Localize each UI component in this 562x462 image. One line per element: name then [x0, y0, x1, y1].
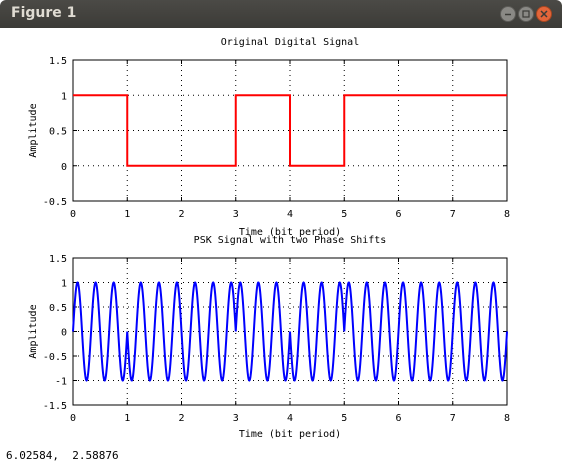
x-tick-label: 6	[395, 209, 401, 220]
y-tick-label: 1.5	[49, 254, 67, 265]
y-tick-label: 1.5	[49, 56, 67, 67]
title-bar[interactable]: Figure 1	[0, 0, 562, 28]
maximize-button[interactable]	[518, 6, 534, 22]
figure-window: Figure 1 0 1 2 3 4 5 6 7 8 -0.5 0 0.5 1 1.5 Original D…	[0, 0, 562, 462]
x-tick-label: 1	[124, 209, 130, 220]
x-tick-label: 7	[450, 209, 456, 220]
y-tick-label: 0	[61, 328, 67, 339]
x-tick-label: 3	[233, 413, 239, 424]
x-tick-label: 8	[504, 413, 510, 424]
chart-title: PSK Signal with two Phase Shifts	[194, 235, 387, 246]
x-tick-label: 5	[341, 209, 347, 220]
x-tick-label: 1	[124, 413, 130, 424]
x-tick-label: 4	[287, 209, 293, 220]
y-tick-label: 1	[61, 279, 67, 290]
close-icon	[540, 10, 548, 18]
y-tick-label: 0.5	[49, 303, 67, 314]
y-axis-label: Amplitude	[28, 103, 39, 157]
window-title: Figure 1	[11, 5, 77, 21]
y-tick-label: -1.5	[43, 401, 67, 412]
x-tick-label: 2	[178, 209, 184, 220]
x-tick-label: 0	[70, 413, 76, 424]
x-tick-label: 7	[450, 413, 456, 424]
x-tick-label: 0	[70, 209, 76, 220]
chart-2[interactable]: 0 1 2 3 4 5 6 7 8 -1.5 -1 -0.5 0 0.5 1 1.5 PSK Signal wi…	[28, 235, 510, 440]
x-tick-label: 8	[504, 209, 510, 220]
y-tick-label: -0.5	[43, 197, 67, 208]
x-tick-label: 2	[178, 413, 184, 424]
y-tick-label: 1	[61, 91, 67, 102]
chart-1[interactable]: 0 1 2 3 4 5 6 7 8-0.500.511.5Original Digital Si…	[28, 37, 510, 238]
chart-title: Original Digital Signal	[221, 37, 359, 48]
minimize-icon	[505, 13, 511, 16]
maximize-icon	[522, 10, 530, 18]
x-tick-label: 4	[287, 413, 293, 424]
close-button[interactable]	[536, 6, 552, 22]
y-tick-label: -0.5	[43, 352, 67, 363]
y-tick-label: 0	[61, 162, 67, 173]
cursor-coordinates: 6.02584, 2.58876	[6, 449, 119, 462]
y-tick-label: -1	[55, 377, 67, 388]
x-tick-label: 5	[341, 413, 347, 424]
x-tick-label: 6	[395, 413, 401, 424]
x-tick-label: 3	[233, 209, 239, 220]
y-axis-label: Amplitude	[28, 304, 39, 358]
plot-canvas[interactable]: 0 1 2 3 4 5 6 7 8-0.500.511.5Original Digital Si…	[0, 28, 562, 446]
y-tick-label: 0.5	[49, 127, 67, 138]
x-axis-label: Time (bit period)	[239, 429, 341, 440]
minimize-button[interactable]	[500, 6, 516, 22]
